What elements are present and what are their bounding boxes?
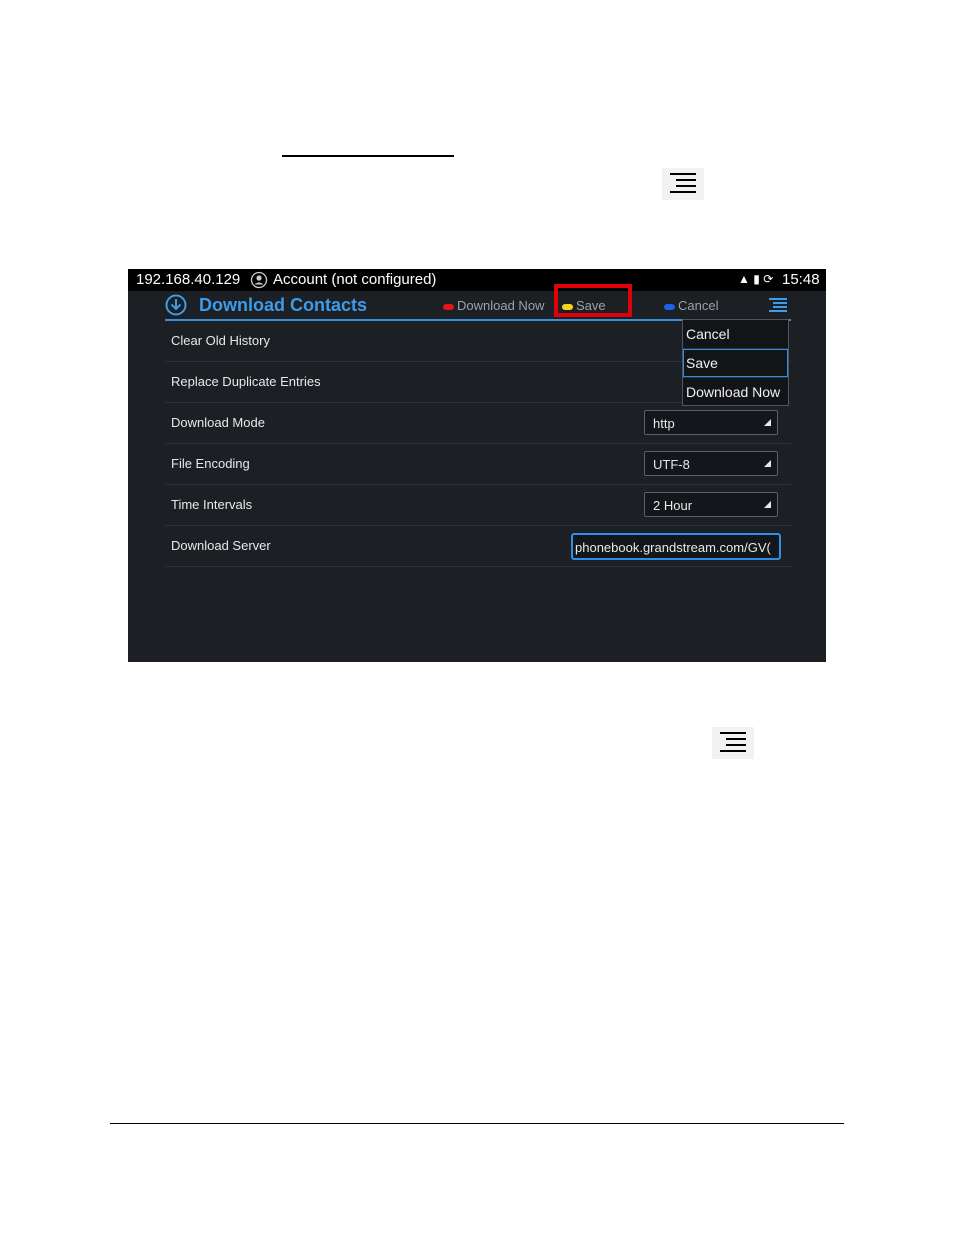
dropdown-caret-icon bbox=[764, 419, 771, 426]
status-bar: 192.168.40.129 Account (not configured) … bbox=[128, 269, 826, 291]
dropdown-caret-icon bbox=[764, 460, 771, 467]
time-intervals-value: 2 Hour bbox=[653, 498, 693, 513]
dropdown-caret-icon bbox=[764, 501, 771, 508]
blue-key-indicator bbox=[664, 303, 675, 310]
menu-lines-icon bbox=[670, 173, 696, 193]
row-download-mode: Download Mode http bbox=[165, 403, 791, 444]
softkey-download-now[interactable]: Download Now bbox=[443, 298, 544, 313]
row-time-intervals: Time Intervals 2 Hour bbox=[165, 485, 791, 526]
download-server-value: phonebook.grandstream.com/GV( bbox=[575, 540, 771, 555]
download-server-input[interactable]: phonebook.grandstream.com/GV( bbox=[571, 533, 781, 560]
download-icon bbox=[165, 294, 187, 316]
title-bar: Download Contacts Download Now Save Canc… bbox=[165, 291, 791, 321]
overflow-menu-icon[interactable] bbox=[767, 296, 789, 314]
time-intervals-label: Time Intervals bbox=[171, 497, 253, 512]
red-key-indicator bbox=[443, 303, 454, 310]
status-time: 15:48 bbox=[782, 271, 820, 288]
clear-old-history-label: Clear Old History bbox=[171, 333, 270, 348]
menu-item-download-now[interactable]: Download Now bbox=[683, 378, 788, 406]
menu-glyph-reference-1 bbox=[662, 168, 704, 200]
softkey-cancel[interactable]: Cancel bbox=[664, 298, 718, 313]
menu-item-cancel[interactable]: Cancel bbox=[683, 320, 788, 348]
menu-glyph-reference-2 bbox=[712, 727, 754, 759]
signal-icon: ▲ bbox=[738, 272, 750, 286]
status-ip: 192.168.40.129 bbox=[136, 271, 241, 288]
menu-lines-icon bbox=[720, 732, 746, 752]
row-file-encoding: File Encoding UTF-8 bbox=[165, 444, 791, 485]
file-encoding-select[interactable]: UTF-8 bbox=[644, 451, 778, 476]
replace-duplicate-entries-label: Replace Duplicate Entries bbox=[171, 374, 321, 389]
time-intervals-select[interactable]: 2 Hour bbox=[644, 492, 778, 517]
status-account: Account (not configured) bbox=[273, 271, 437, 288]
download-mode-select[interactable]: http bbox=[644, 410, 778, 435]
screenshot-frame: 192.168.40.129 Account (not configured) … bbox=[128, 269, 826, 662]
battery-icon: ▮ bbox=[753, 272, 760, 286]
page-title: Download Contacts bbox=[199, 295, 368, 315]
overflow-menu-popup: Cancel Save Download Now bbox=[682, 319, 789, 406]
download-mode-label: Download Mode bbox=[171, 415, 265, 430]
menu-item-save[interactable]: Save bbox=[683, 349, 788, 377]
account-icon bbox=[250, 271, 268, 289]
footer-rule bbox=[110, 1123, 844, 1124]
document-underline bbox=[282, 155, 454, 157]
row-download-server: Download Server phonebook.grandstream.co… bbox=[165, 526, 791, 567]
save-highlight-box bbox=[554, 284, 632, 317]
sync-icon: ⟳ bbox=[763, 272, 774, 286]
file-encoding-value: UTF-8 bbox=[653, 457, 690, 472]
download-server-label: Download Server bbox=[171, 538, 271, 553]
status-icons: ▲ ▮ ⟳ bbox=[738, 272, 773, 286]
download-mode-value: http bbox=[653, 416, 675, 431]
file-encoding-label: File Encoding bbox=[171, 456, 250, 471]
